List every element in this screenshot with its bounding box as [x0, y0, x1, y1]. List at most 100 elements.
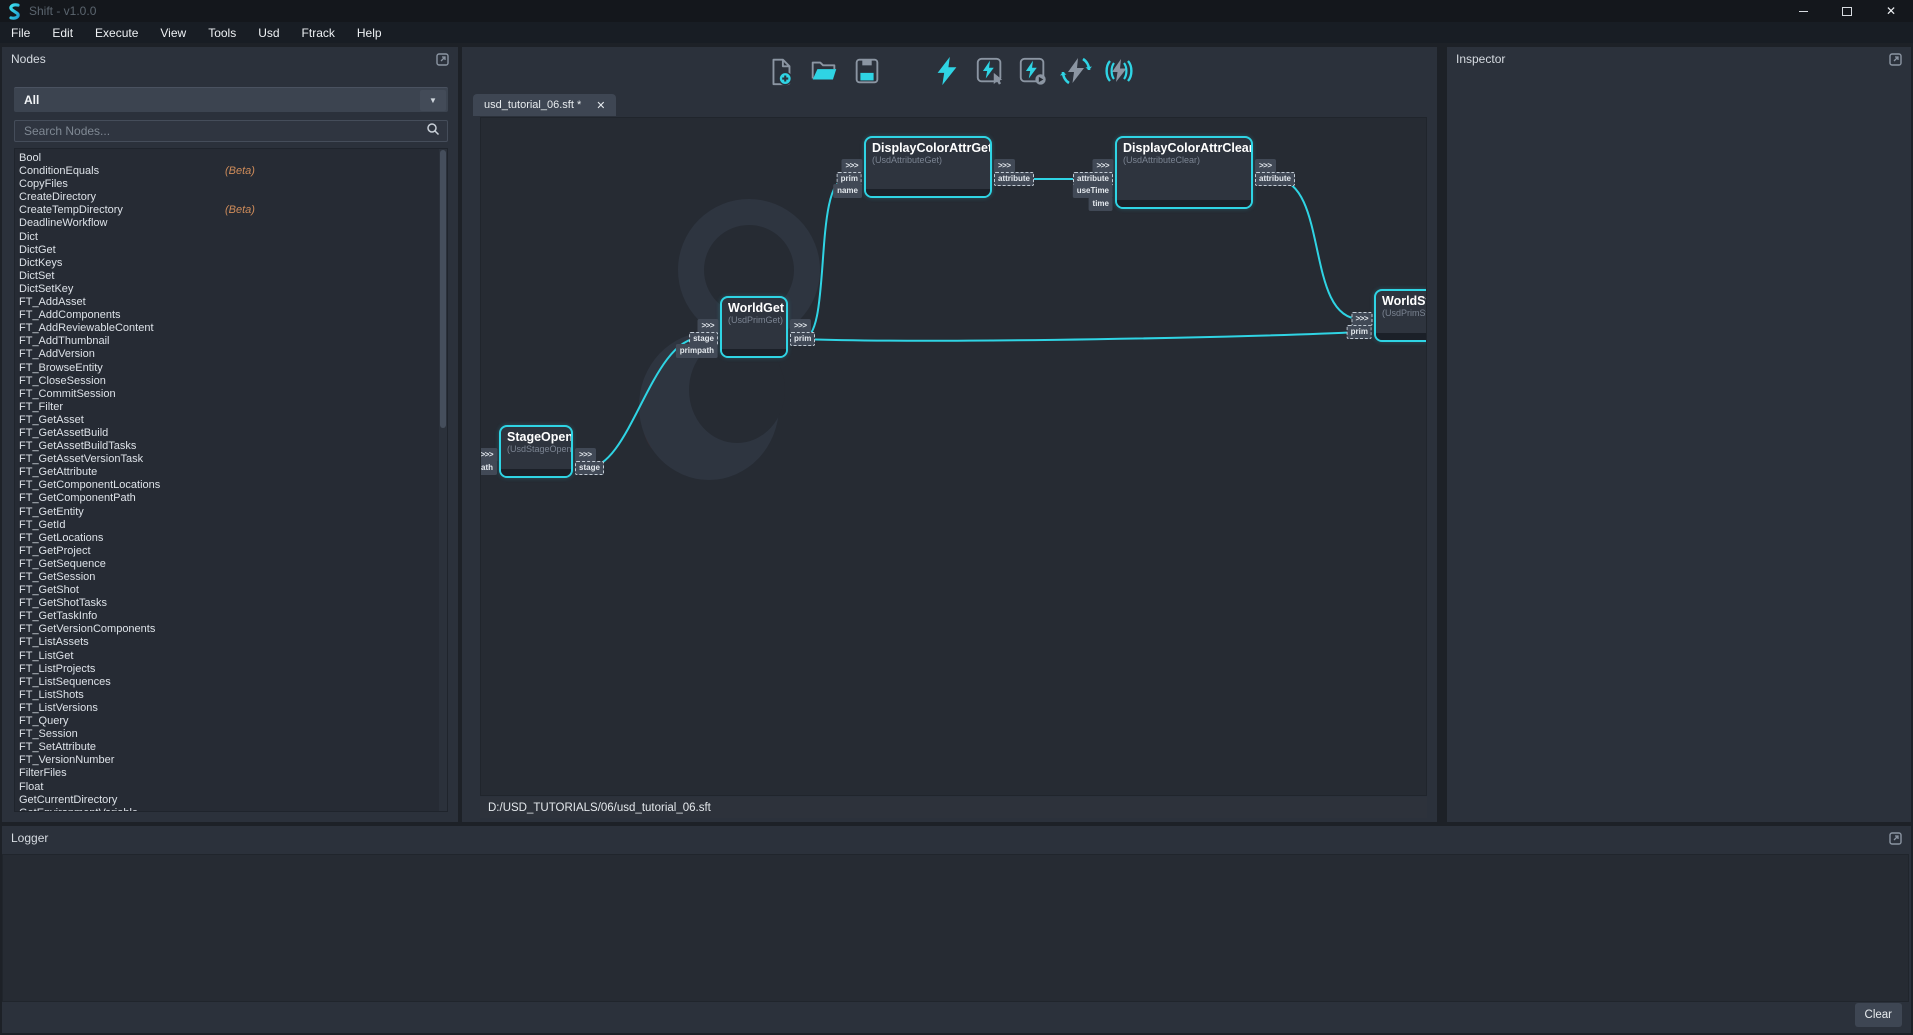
port-prim[interactable]: prim [1347, 325, 1372, 339]
node-list-item[interactable]: FT_GetId [15, 519, 447, 532]
node-list-item[interactable]: FT_GetSequence [15, 558, 447, 571]
node-list-item[interactable]: FT_ListVersions [15, 702, 447, 715]
tab-usd-tutorial[interactable]: usd_tutorial_06.sft * ✕ [473, 94, 616, 116]
menu-item-file[interactable]: File [0, 22, 41, 43]
menu-item-help[interactable]: Help [346, 22, 393, 43]
maximize-icon[interactable] [1825, 0, 1869, 22]
node-list-item[interactable]: FT_GetAssetBuildTasks [15, 440, 447, 453]
soft-execute-icon[interactable] [1059, 54, 1093, 88]
port-prim[interactable]: prim [790, 332, 815, 346]
node-list-item[interactable]: FT_AddVersion [15, 348, 447, 361]
execute-from-selected-icon[interactable] [1016, 54, 1050, 88]
port-attribute[interactable]: attribute [994, 172, 1034, 186]
tab-close-icon[interactable]: ✕ [596, 99, 605, 112]
node-list-item[interactable]: Dict [15, 231, 447, 244]
node-list-item[interactable]: FT_AddComponents [15, 309, 447, 322]
search-input[interactable] [22, 123, 426, 139]
node-list-item[interactable]: FT_AddAsset [15, 296, 447, 309]
node-list-item[interactable]: FT_ListProjects [15, 663, 447, 676]
menu-item-ftrack[interactable]: Ftrack [291, 22, 346, 43]
save-graph-icon[interactable] [850, 54, 884, 88]
node-list-item[interactable]: FT_GetEntity [15, 506, 447, 519]
clear-log-button[interactable]: Clear [1855, 1003, 1902, 1027]
undock-icon[interactable] [1888, 831, 1902, 845]
node-list-item[interactable]: FT_AddReviewableContent [15, 322, 447, 335]
menu-item-tools[interactable]: Tools [197, 22, 247, 43]
port-time[interactable]: time [1089, 197, 1113, 211]
node-list-item[interactable]: FT_GetComponentLocations [15, 479, 447, 492]
node-list-item[interactable]: FT_GetVersionComponents [15, 623, 447, 636]
scrollbar-thumb[interactable] [440, 150, 446, 428]
node-type-name: FT_GetAssetBuild [19, 427, 108, 439]
node-list-item[interactable]: FT_VersionNumber [15, 754, 447, 767]
menu-item-view[interactable]: View [149, 22, 197, 43]
graph-node-worldst[interactable]: WorldSt(UsdPrimSt [1374, 289, 1427, 342]
graph-node-displaycolorattrclear[interactable]: DisplayColorAttrClear(UsdAttributeClear) [1115, 136, 1253, 209]
node-list-item[interactable]: DictSet [15, 270, 447, 283]
node-list-item[interactable]: FT_Session [15, 728, 447, 741]
node-list-item[interactable]: FT_BrowseEntity [15, 362, 447, 375]
node-list-item[interactable]: ConditionEquals(Beta) [15, 165, 447, 178]
node-type-name: FT_GetSequence [19, 558, 106, 570]
node-list-item[interactable]: Float [15, 781, 447, 794]
port-stage[interactable]: stage [575, 461, 604, 475]
node-list-item[interactable]: FT_GetShot [15, 584, 447, 597]
node-list-item[interactable]: FilterFiles [15, 767, 447, 780]
execute-icon[interactable] [930, 54, 964, 88]
graph-node-displaycolorattrget[interactable]: DisplayColorAttrGet(UsdAttributeGet) [864, 136, 992, 198]
node-list-item[interactable]: FT_ListSequences [15, 676, 447, 689]
close-icon[interactable]: ✕ [1869, 0, 1913, 22]
node-list-item[interactable]: FT_Filter [15, 401, 447, 414]
node-type-name: DeadlineWorkflow [19, 217, 107, 229]
minimize-icon[interactable] [1781, 0, 1825, 22]
connection-wire [802, 332, 1358, 341]
node-list-item[interactable]: FT_ListAssets [15, 636, 447, 649]
node-list-item[interactable]: FT_GetTaskInfo [15, 610, 447, 623]
node-list-item[interactable]: FT_GetComponentPath [15, 492, 447, 505]
menu-item-execute[interactable]: Execute [84, 22, 149, 43]
node-list-item[interactable]: FT_GetAsset [15, 414, 447, 427]
node-list-item[interactable]: GetEnvironmentVariable [15, 807, 447, 812]
node-list-item[interactable]: CreateTempDirectory(Beta) [15, 204, 447, 217]
node-list-item[interactable]: FT_ListShots [15, 689, 447, 702]
node-list-item[interactable]: FT_GetProject [15, 545, 447, 558]
node-list-item[interactable]: DeadlineWorkflow [15, 217, 447, 230]
node-list-item[interactable]: GetCurrentDirectory [15, 794, 447, 807]
node-list-item[interactable]: CreateDirectory [15, 191, 447, 204]
node-list-item[interactable]: Bool [15, 152, 447, 165]
node-list-item[interactable]: FT_SetAttribute [15, 741, 447, 754]
node-list-item[interactable]: FT_GetShotTasks [15, 597, 447, 610]
node-list-item[interactable]: FT_Query [15, 715, 447, 728]
node-list-item[interactable]: FT_ListGet [15, 650, 447, 663]
node-filter-dropdown[interactable]: All ▼ [14, 87, 448, 112]
menu-item-edit[interactable]: Edit [41, 22, 84, 43]
node-list-item[interactable]: FT_AddThumbnail [15, 335, 447, 348]
port-attribute[interactable]: attribute [1255, 172, 1295, 186]
new-graph-icon[interactable] [764, 54, 798, 88]
node-list-item[interactable]: FT_GetSession [15, 571, 447, 584]
node-list-item[interactable]: FT_GetAssetVersionTask [15, 453, 447, 466]
node-list-item[interactable]: FT_CommitSession [15, 388, 447, 401]
live-execute-icon[interactable] [1102, 54, 1136, 88]
node-graph-canvas[interactable]: StageOpen(UsdStageOpen)>>>path>>>stageWo… [480, 117, 1427, 796]
node-list-item[interactable]: FT_CloseSession [15, 375, 447, 388]
node-list-item[interactable]: FT_GetAttribute [15, 466, 447, 479]
node-list-item[interactable]: FT_GetAssetBuild [15, 427, 447, 440]
node-list-item[interactable]: FT_GetLocations [15, 532, 447, 545]
menu-item-usd[interactable]: Usd [247, 22, 290, 43]
port-name[interactable]: name [833, 184, 862, 198]
open-graph-icon[interactable] [807, 54, 841, 88]
node-list-item[interactable]: CopyFiles [15, 178, 447, 191]
undock-icon[interactable] [435, 52, 449, 66]
port-path[interactable]: path [480, 461, 497, 475]
graph-node-stageopen[interactable]: StageOpen(UsdStageOpen) [499, 425, 573, 478]
node-list-item[interactable]: DictGet [15, 244, 447, 257]
graph-node-worldget[interactable]: WorldGet(UsdPrimGet) [720, 296, 788, 358]
node-list-item[interactable]: DictKeys [15, 257, 447, 270]
port-primpath[interactable]: primpath [676, 344, 718, 358]
undock-icon[interactable] [1888, 52, 1902, 66]
node-list-item[interactable]: DictSetKey [15, 283, 447, 296]
node-footer-strip [1376, 333, 1427, 340]
execute-selected-icon[interactable] [973, 54, 1007, 88]
node-list-scrollbar[interactable] [439, 149, 447, 811]
